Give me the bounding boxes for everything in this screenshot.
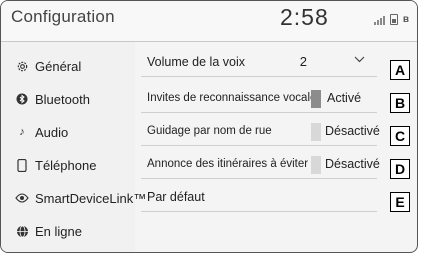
avoid-routes-state: Désactivé xyxy=(325,157,380,171)
status-icons: ʙ xyxy=(373,14,409,25)
street-guidance-row[interactable]: Guidage par nom de rue Désactivé xyxy=(141,118,380,146)
sidebar: Général Bluetooth ♪ Audio Téléphone Smar… xyxy=(1,42,146,252)
music-note-icon: ♪ xyxy=(19,126,25,138)
sidebar-item-general[interactable]: Général xyxy=(15,56,81,76)
voice-prompts-toggle-indicator[interactable] xyxy=(311,90,321,108)
sidebar-item-online[interactable]: En ligne xyxy=(15,221,82,241)
signal-icon xyxy=(373,15,385,25)
bluetooth-status-icon: ʙ xyxy=(402,14,409,25)
sidebar-item-label: SmartDeviceLink™ xyxy=(35,190,147,206)
chevron-down-icon[interactable] xyxy=(354,55,365,66)
smartdevicelink-icon xyxy=(15,191,29,205)
street-guidance-label: Guidage par nom de rue xyxy=(147,125,272,137)
voice-prompts-label: Invites de reconnaissance vocale xyxy=(147,92,317,104)
avoid-routes-toggle-indicator[interactable] xyxy=(311,156,321,174)
page-title: Configuration xyxy=(11,7,115,26)
header: Configuration 2:58 ʙ xyxy=(1,1,417,42)
bluetooth-icon xyxy=(15,92,29,106)
voice-prompts-state: Activé xyxy=(327,91,362,105)
sidebar-item-label: Général xyxy=(35,58,82,74)
avoid-routes-label: Annonce des itinéraires à éviter xyxy=(147,158,309,170)
callout-marker-b: B xyxy=(390,93,410,113)
voice-volume-label: Volume de la voix xyxy=(147,55,245,69)
settings-list: Volume de la voix 2 Invites de reconnais… xyxy=(135,42,417,252)
sidebar-item-label: En ligne xyxy=(35,223,82,239)
voice-prompts-row[interactable]: Invites de reconnaissance vocale Activé xyxy=(141,85,377,113)
default-row[interactable]: Par défaut xyxy=(141,184,377,212)
street-guidance-state: Désactivé xyxy=(325,124,380,138)
street-guidance-toggle-indicator[interactable] xyxy=(311,123,321,141)
sidebar-item-audio[interactable]: ♪ Audio xyxy=(15,122,68,142)
clock: 2:58 xyxy=(280,4,329,30)
sidebar-item-label: Téléphone xyxy=(35,157,97,173)
phone-icon xyxy=(15,158,29,172)
sidebar-item-label: Bluetooth xyxy=(35,91,90,107)
callout-marker-c: C xyxy=(390,126,410,146)
battery-icon xyxy=(389,14,398,25)
avoid-routes-row[interactable]: Annonce des itinéraires à éviter Désacti… xyxy=(141,151,380,179)
globe-icon xyxy=(15,224,29,238)
sidebar-item-label: Audio xyxy=(35,124,69,140)
callout-marker-e: E xyxy=(390,192,410,212)
voice-volume-row[interactable]: Volume de la voix 2 xyxy=(141,49,377,77)
gear-icon xyxy=(15,59,29,73)
callout-marker-d: D xyxy=(390,159,410,179)
screen: Configuration 2:58 ʙ Général Bluetooth ♪… xyxy=(0,0,430,255)
sidebar-item-smartdevicelink[interactable]: SmartDeviceLink™ xyxy=(15,188,146,208)
voice-volume-value: 2 xyxy=(299,54,307,69)
sidebar-item-bluetooth[interactable]: Bluetooth xyxy=(15,89,90,109)
default-label: Par défaut xyxy=(147,190,205,204)
display-frame: Configuration 2:58 ʙ Général Bluetooth ♪… xyxy=(0,0,418,253)
callout-marker-a: A xyxy=(390,60,410,80)
sidebar-item-telephone[interactable]: Téléphone xyxy=(15,155,96,175)
